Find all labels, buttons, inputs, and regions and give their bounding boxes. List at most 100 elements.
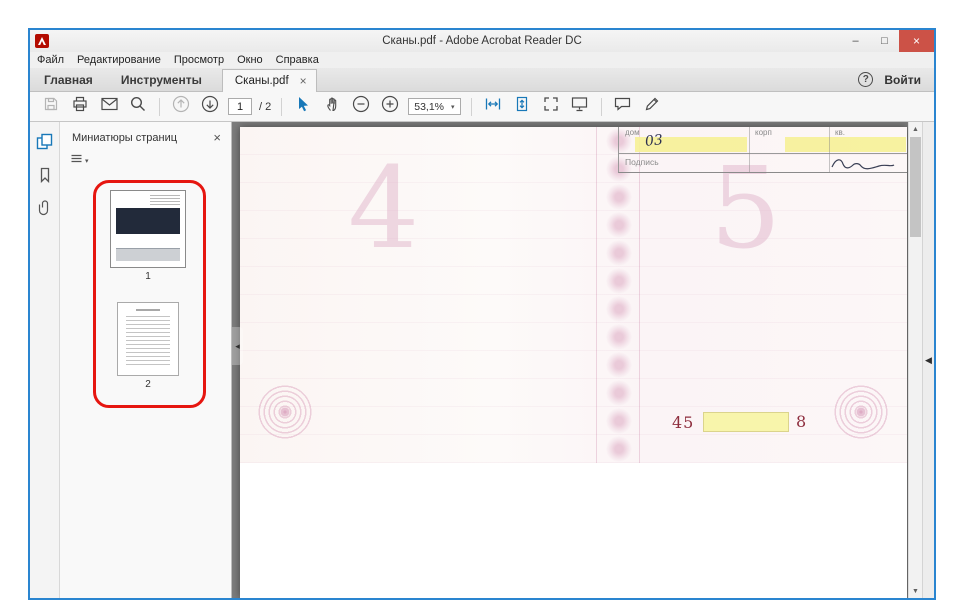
sidebar-collapse-handle[interactable]: ◂ [232,327,243,365]
previous-page-button[interactable] [170,96,192,118]
page-number-input[interactable] [228,98,252,115]
page-total-label: / 2 [259,101,271,113]
security-ornament-band [596,127,640,463]
page-thumbnails-button[interactable] [35,134,55,154]
thumbnails-panel-title: Миниатюры страниц [72,132,177,144]
fit-width-button[interactable] [482,96,504,118]
tab-tools[interactable]: Инструменты [107,68,216,91]
tab-document-label: Сканы.pdf [235,75,289,87]
presentation-mode-icon [571,96,588,117]
ornament-rosette-right [832,383,890,441]
desktop: Сканы.pdf - Adobe Acrobat Reader DC – □ … [0,0,964,608]
sign-in-button[interactable]: Войти [884,73,921,87]
kv-field-label: кв. [835,128,845,137]
save-button[interactable] [40,96,62,118]
hand-tool-icon [325,96,340,117]
panel-close-icon[interactable]: × [213,130,221,145]
document-area: 4 5 дом корп кв. 03 [232,122,908,598]
thumbnail-page-2[interactable]: 2 [117,302,179,390]
toolbar: / 2 53,1% ▾ [30,92,934,122]
thumbnail-page-2-image[interactable] [117,302,179,376]
menu-edit[interactable]: Редактирование [77,54,161,66]
tab-home[interactable]: Главная [30,68,107,91]
chevron-down-icon: ▾ [85,157,89,165]
thumbnail-page-1-image[interactable] [110,190,186,268]
menubar: Файл Редактирование Просмотр Окно Справк… [30,52,934,68]
maximize-button[interactable]: □ [870,30,899,52]
thumbnail-text-lines [126,316,170,365]
menu-window[interactable]: Окно [237,54,263,66]
fit-width-icon [485,96,501,117]
save-icon [43,96,59,117]
email-icon [101,97,118,116]
thumbnail-page-1[interactable]: 1 [110,190,186,282]
fullscreen-button[interactable] [540,96,562,118]
menu-view[interactable]: Просмотр [174,54,224,66]
next-page-button[interactable] [199,96,221,118]
zoom-in-icon [381,95,399,118]
scrollbar-thumb[interactable] [910,137,921,237]
fit-page-icon [514,96,530,117]
bookmarks-button[interactable] [35,167,55,187]
page-down-icon [201,95,219,118]
scanned-passport-spread: 4 5 дом корп кв. 03 [240,127,907,463]
thumbnail-mrz-band [116,248,180,261]
comment-button[interactable] [612,96,634,118]
close-button[interactable]: × [899,30,934,52]
select-cursor-icon [296,96,310,117]
comment-icon [614,96,631,117]
serial-number-right: 8 [796,412,807,431]
attachments-button[interactable] [35,200,55,220]
search-button[interactable] [127,96,149,118]
navigation-strip [30,122,60,598]
window-title: Сканы.pdf - Adobe Acrobat Reader DC [30,35,934,47]
zoom-level-dropdown[interactable]: 53,1% ▾ [408,98,460,115]
toolbar-separator [601,98,602,116]
help-icon[interactable]: ? [858,72,873,87]
presentation-mode-button[interactable] [569,96,591,118]
toolbar-separator [471,98,472,116]
thumbnail-text-lines [150,195,180,205]
serial-number-left: 45 [672,413,694,432]
email-button[interactable] [98,96,120,118]
hand-tool-button[interactable] [321,96,343,118]
tools-pane-strip: ◀ [922,122,934,598]
scroll-down-icon[interactable]: ▼ [909,584,922,598]
tab-close-icon[interactable]: × [300,74,307,88]
fit-page-button[interactable] [511,96,533,118]
titlebar[interactable]: Сканы.pdf - Adobe Acrobat Reader DC – □ … [30,30,934,52]
zoom-level-value: 53,1% [414,101,444,113]
tab-document[interactable]: Сканы.pdf × [222,69,317,92]
select-tool-button[interactable] [292,96,314,118]
chevron-down-icon: ▾ [451,103,455,111]
pencil-icon [644,96,660,117]
acrobat-window: Сканы.pdf - Adobe Acrobat Reader DC – □ … [28,28,936,600]
dom-field-label: дом [625,128,640,137]
toolbar-separator [159,98,160,116]
page-number-watermark-left: 4 [348,153,419,265]
adobe-reader-icon [35,34,49,48]
window-controls: – □ × [841,30,934,52]
thumbnails-options-button[interactable]: ▾ [70,152,231,170]
zoom-out-button[interactable] [350,96,372,118]
minimize-button[interactable]: – [841,30,870,52]
tools-pane-toggle-icon[interactable]: ◀ [925,355,932,366]
sign-draw-button[interactable] [641,96,663,118]
ornament-rosette-left [256,383,314,441]
vertical-scrollbar[interactable]: ▲ ▼ [908,122,922,598]
zoom-out-icon [352,95,370,118]
print-button[interactable] [69,96,91,118]
thumbnails-panel: Миниатюры страниц × ▾ 1 [60,122,232,598]
print-icon [72,96,88,117]
tabbar-right: ? Войти [858,68,934,91]
zoom-in-button[interactable] [379,96,401,118]
highlight-strip-right [785,137,906,152]
address-fields-table: дом корп кв. 03 Подпись [618,127,907,173]
scroll-up-icon[interactable]: ▲ [909,122,922,136]
handwritten-signature [829,156,899,177]
menu-help[interactable]: Справка [276,54,319,66]
page-up-icon [172,95,190,118]
tab-bar: Главная Инструменты Сканы.pdf × ? Войти [30,68,934,92]
menu-file[interactable]: Файл [37,54,64,66]
options-list-icon [70,152,83,170]
